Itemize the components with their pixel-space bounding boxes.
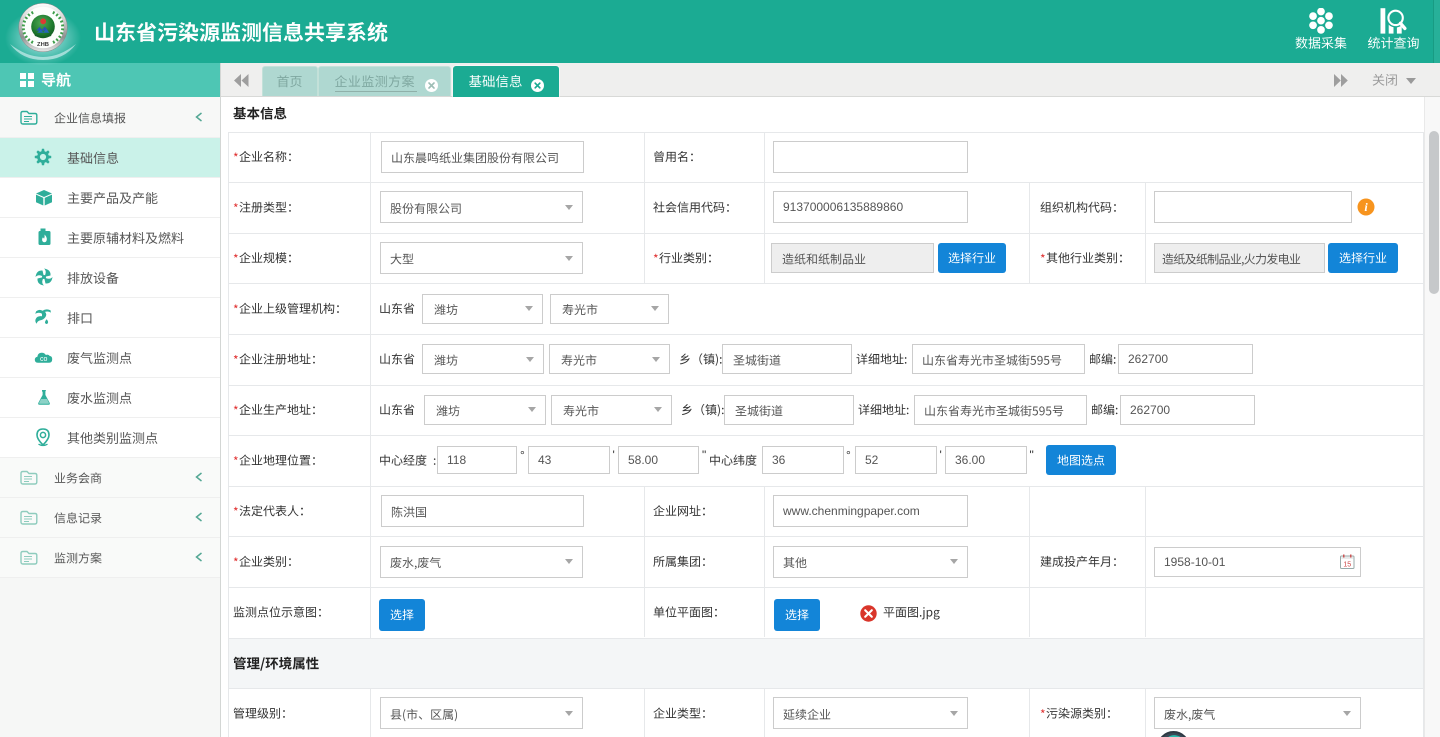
svg-text:ZHB: ZHB (37, 42, 49, 48)
svg-text:15: 15 (1343, 562, 1351, 569)
svg-text:co: co (40, 356, 48, 363)
